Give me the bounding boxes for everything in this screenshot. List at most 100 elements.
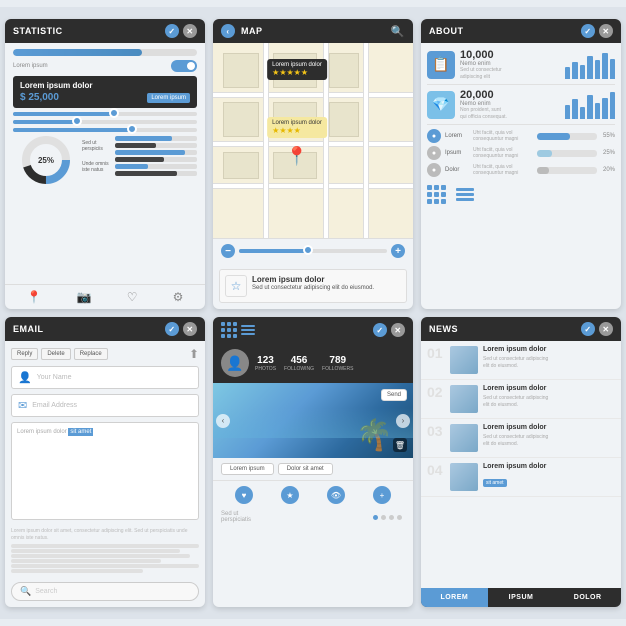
bar-tracks-2 <box>115 157 197 176</box>
social-icons-row: ♥ ★ 👁 + <box>213 481 413 509</box>
about-icon-1: 📋 <box>427 51 455 79</box>
email-close-icon[interactable]: ✕ <box>183 322 197 336</box>
about-chart-2 <box>565 91 615 119</box>
social-check-icon[interactable]: ✓ <box>373 323 387 337</box>
check-icon[interactable]: ✓ <box>165 24 179 38</box>
slider-row-1 <box>13 112 197 116</box>
news-num-2: 02 <box>427 385 445 399</box>
email-input[interactable]: Email Address <box>32 402 192 409</box>
news-item-3: 03 Lorem ipsum dolor Sed ut consectetur … <box>421 419 621 458</box>
dot-1[interactable] <box>373 515 378 520</box>
about-num-2: 20,000 <box>460 89 560 101</box>
about-close-icon[interactable]: ✕ <box>599 24 613 38</box>
map-star-btn[interactable]: ☆ <box>225 275 247 297</box>
name-input[interactable]: Your Name <box>37 374 192 381</box>
prog-bar-2 <box>537 150 597 157</box>
heart-icon[interactable]: ♥ <box>235 486 253 504</box>
social-close-icon[interactable]: ✕ <box>391 323 405 337</box>
search-icon[interactable]: 🔍 <box>391 25 405 38</box>
email-body-content: Lorem ipsum dolor sit amet <box>11 422 199 520</box>
close-icon[interactable]: ✕ <box>183 24 197 38</box>
news-check-icon[interactable]: ✓ <box>581 322 595 336</box>
about-check-icon[interactable]: ✓ <box>581 24 595 38</box>
news-text-3: Lorem ipsum dolor Sed ut consectetur adi… <box>483 424 615 447</box>
email-input-row: ✉ Email Address <box>11 394 199 417</box>
slider-row-3 <box>13 128 197 132</box>
news-title-2: Lorem ipsum dolor <box>483 385 615 393</box>
news-close-icon[interactable]: ✕ <box>599 322 613 336</box>
about-mid-1: 10,000 Nemo enim Sed ut consecteturadipi… <box>460 49 560 80</box>
dot-2[interactable] <box>381 515 386 520</box>
list-icon[interactable] <box>456 188 474 201</box>
dolor-button[interactable]: Dolor sit amet <box>278 463 333 475</box>
settings-icon[interactable]: ⚙ <box>173 290 184 304</box>
news-num-3: 03 <box>427 424 445 438</box>
zoom-plus[interactable]: + <box>391 244 405 258</box>
news-header: NEWS ✓ ✕ <box>421 317 621 341</box>
social-header: ✓ ✕ <box>213 317 413 343</box>
reply-button[interactable]: Reply <box>11 348 38 360</box>
social-header-icons: ✓ ✕ <box>373 323 405 337</box>
news-item-1: 01 Lorem ipsum dolor Sed ut consectetur … <box>421 341 621 380</box>
footer-btn-dolor[interactable]: DOLOR <box>554 588 621 607</box>
location-icon[interactable]: 📍 <box>27 290 42 304</box>
svg-text:25%: 25% <box>37 156 53 165</box>
mini-slider-3[interactable] <box>13 128 197 132</box>
stat-price: $ 25,000 <box>20 92 59 103</box>
social-dots <box>370 512 405 523</box>
lorem-button[interactable]: Lorem ipsum <box>221 463 274 475</box>
mini-slider-2[interactable] <box>13 120 197 124</box>
delete-button[interactable]: Delete <box>41 348 70 360</box>
news-tag-4: sit amet <box>483 479 507 487</box>
dot-3[interactable] <box>389 515 394 520</box>
star-icon[interactable]: ★ <box>281 486 299 504</box>
prog-bar-1 <box>537 133 597 140</box>
social-nav-arrows: ‹ › <box>213 414 413 428</box>
dot-4[interactable] <box>397 515 402 520</box>
heart-icon[interactable]: ♡ <box>127 290 138 304</box>
news-text-4: Lorem ipsum dolor sit amet <box>483 463 615 489</box>
prog-row-1: ● Lorem Uht faciit, quia volconsequuntur… <box>427 129 615 143</box>
grid-icon[interactable] <box>427 185 446 204</box>
news-thumb-4 <box>450 463 478 491</box>
email-check-icon[interactable]: ✓ <box>165 322 179 336</box>
toggle-switch[interactable] <box>171 60 197 72</box>
back-icon[interactable]: ‹ <box>221 24 235 38</box>
about-chart-1 <box>565 51 615 79</box>
camera-icon[interactable]: 📷 <box>77 290 92 304</box>
toggle-label: Lorem ipsum <box>13 63 48 69</box>
stat-btn[interactable]: Lorem ipsum <box>147 93 190 103</box>
email-icon: ✉ <box>18 399 27 412</box>
email-lines: Lorem ipsum dolor sit amet, consectetur … <box>11 525 199 577</box>
prog-name-1: Lorem <box>445 133 469 139</box>
progress-bar-1[interactable] <box>13 49 197 56</box>
social-stats: 123 PHOTOS 456 FOLLOWING 789 FOLLOWERS <box>255 355 353 372</box>
add-icon[interactable]: + <box>373 486 391 504</box>
list-menu-icon[interactable] <box>241 322 255 338</box>
footer-btn-ipsum[interactable]: IPSUM <box>488 588 555 607</box>
about-bottom <box>427 181 615 208</box>
mini-slider-1[interactable] <box>13 112 197 116</box>
delete-image-icon[interactable]: 🗑 <box>393 438 407 452</box>
footer-btn-lorem[interactable]: LOREM <box>421 588 488 607</box>
about-body: 📋 10,000 Nemo enim Sed ut consecteturadi… <box>421 43 621 309</box>
eye-icon[interactable]: 👁 <box>327 486 345 504</box>
news-header-icons: ✓ ✕ <box>581 322 613 336</box>
replace-button[interactable]: Replace <box>74 348 108 360</box>
photos-label: PHOTOS <box>255 366 276 372</box>
prev-arrow[interactable]: ‹ <box>216 414 230 428</box>
slider-row-2 <box>13 120 197 124</box>
zoom-minus[interactable]: − <box>221 244 235 258</box>
divider-1 <box>427 84 615 85</box>
send-button[interactable]: Send <box>381 389 407 401</box>
prog-icon-1: ● <box>427 129 441 143</box>
prog-name-2: Ipsum <box>445 150 469 156</box>
upload-icon[interactable]: ⬆ <box>189 347 199 361</box>
statistic-header: STATISTIC ✓ ✕ <box>5 19 205 43</box>
next-arrow[interactable]: › <box>396 414 410 428</box>
social-action-row: Lorem ipsum Dolor sit amet <box>213 458 413 481</box>
zoom-slider[interactable] <box>239 249 387 253</box>
search-bar[interactable]: 🔍 Search <box>11 582 199 601</box>
about-desc-1: Sed ut consecteturadipiscing elit <box>460 67 560 80</box>
grid-menu-icon[interactable] <box>221 322 237 338</box>
